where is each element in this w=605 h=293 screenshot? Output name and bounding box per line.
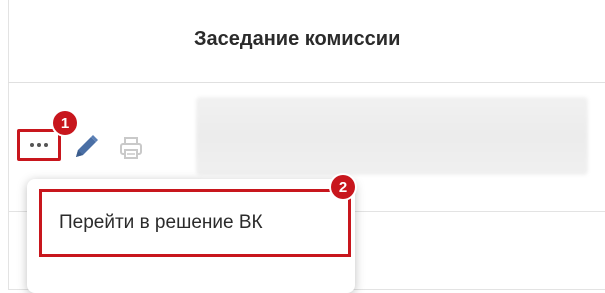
blurred-cell-content [196, 97, 588, 175]
ellipsis-icon [30, 143, 48, 147]
menu-item-go-to-vk-decision[interactable]: Перейти в решение ВК [39, 189, 351, 257]
printer-icon [120, 137, 142, 159]
pencil-icon[interactable] [70, 131, 102, 163]
column-header-commission-meeting: Заседание комиссии [194, 28, 401, 50]
annotation-badge-1: 1 [53, 111, 77, 135]
annotation-badge-2: 2 [331, 175, 355, 199]
more-actions-button[interactable] [17, 129, 61, 161]
